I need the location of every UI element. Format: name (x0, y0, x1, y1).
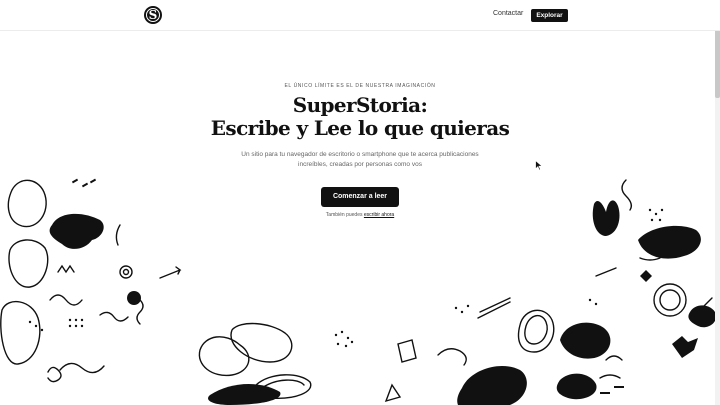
mouse-cursor-icon (535, 160, 543, 171)
write-now-link[interactable]: escribir ahora (364, 212, 394, 218)
description-line-1: Un sitio para tu navegador de escritorio… (241, 151, 479, 158)
explore-button[interactable]: Explorar (531, 9, 568, 22)
top-navigation-bar: S Contactar Explorar (0, 0, 720, 31)
write-now-prefix: También puedes (325, 212, 363, 218)
hero-description: Un sitio para tu navegador de escritorio… (220, 150, 500, 170)
description-line-2: increíbles, creadas por personas como vo… (298, 161, 422, 168)
page: S Contactar Explorar EL ÚNICO LÍMITE ES … (0, 0, 720, 405)
page-title: SuperStoria: Escribe y Lee lo que quiera… (0, 94, 720, 140)
title-line-1: SuperStoria: (292, 93, 428, 117)
page-scrollbar[interactable] (715, 0, 720, 405)
contact-link[interactable]: Contactar (493, 10, 523, 17)
write-now-prompt: También puedes escribir ahora (0, 212, 720, 218)
title-line-2: Escribe y Lee lo que quieras (210, 116, 510, 140)
logo[interactable]: S (144, 6, 162, 24)
tagline: EL ÚNICO LÍMITE ES EL DE NUESTRA IMAGINA… (284, 83, 436, 89)
start-reading-button[interactable]: Comenzar a leer (321, 187, 399, 207)
